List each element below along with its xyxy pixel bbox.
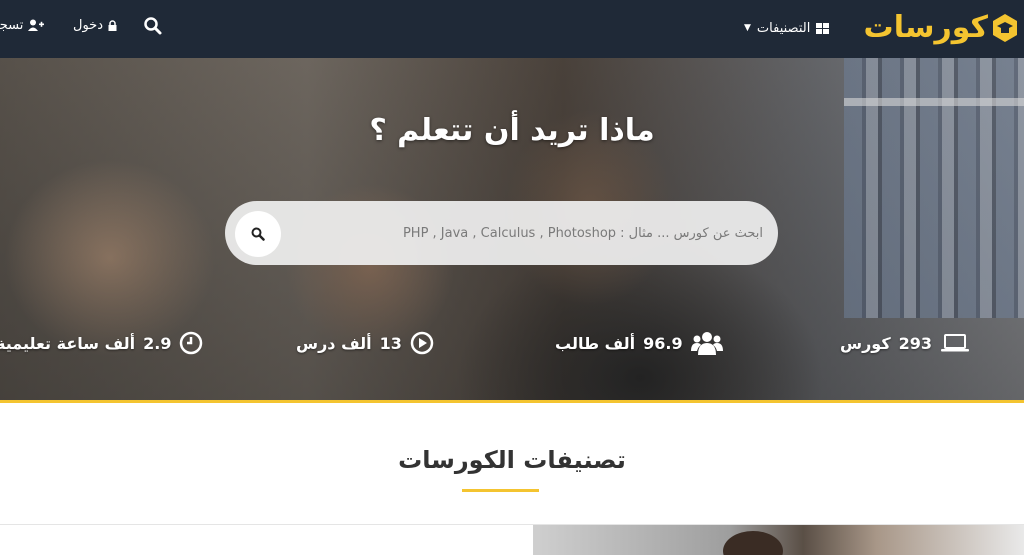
search-icon	[251, 227, 265, 241]
category-card[interactable]	[0, 525, 520, 555]
caret-down-icon: ▼	[744, 23, 751, 33]
stat-students: 96.9 ألف طالب	[555, 328, 723, 358]
categories-label: التصنيفات	[756, 20, 811, 36]
stat-label: ألف درس	[296, 333, 372, 353]
laptop-icon	[941, 334, 970, 352]
section-title-underline	[462, 489, 539, 492]
hero-banner: ماذا تريد أن تتعلم ؟ 293 كورس 96.9 ألف ط…	[0, 58, 1024, 400]
brand-name: كورسات	[863, 10, 988, 45]
category-card-image[interactable]	[533, 525, 1024, 555]
stat-value: 13	[379, 333, 402, 353]
hero-accent-border	[0, 400, 1024, 403]
brand-logo[interactable]: كورسات	[864, 8, 1018, 48]
play-icon	[410, 331, 434, 355]
card-photo-subject	[723, 531, 783, 555]
stat-value: 2.9	[143, 333, 172, 353]
stat-value: 293	[898, 333, 933, 353]
search-icon[interactable]	[143, 16, 163, 36]
stat-label: ألف طالب	[555, 333, 636, 353]
course-search-input[interactable]	[283, 211, 763, 255]
grid-icon	[816, 22, 830, 34]
search-submit-button[interactable]	[235, 211, 281, 257]
background-bookshelf	[844, 58, 1024, 318]
login-label: دخول	[73, 17, 103, 33]
top-navbar: كورسات ▼ التصنيفات دخول تسجيل	[0, 0, 1024, 58]
user-plus-icon	[28, 19, 45, 31]
users-icon	[690, 332, 723, 355]
login-link[interactable]: دخول	[73, 15, 117, 35]
stat-label: كورس	[840, 333, 891, 353]
categories-menu[interactable]: ▼ التصنيفات	[744, 17, 830, 39]
course-search-box	[225, 201, 778, 265]
register-label: تسجيل	[0, 17, 24, 33]
hero-title: ماذا تريد أن تتعلم ؟	[369, 113, 655, 148]
register-link[interactable]: تسجيل	[0, 15, 45, 35]
background-shelf-board	[844, 98, 1024, 106]
lock-icon	[108, 19, 117, 31]
stat-hours: 2.9 ألف ساعة تعليمية	[0, 328, 203, 358]
stat-lessons: 13 ألف درس	[296, 328, 434, 358]
clock-icon	[180, 331, 203, 355]
graduation-cap-icon	[993, 14, 1017, 42]
stat-courses: 293 كورس	[840, 328, 970, 358]
stat-value: 96.9	[643, 333, 683, 353]
stat-label: ألف ساعة تعليمية	[0, 333, 136, 353]
section-title: تصنيفات الكورسات	[398, 446, 626, 474]
